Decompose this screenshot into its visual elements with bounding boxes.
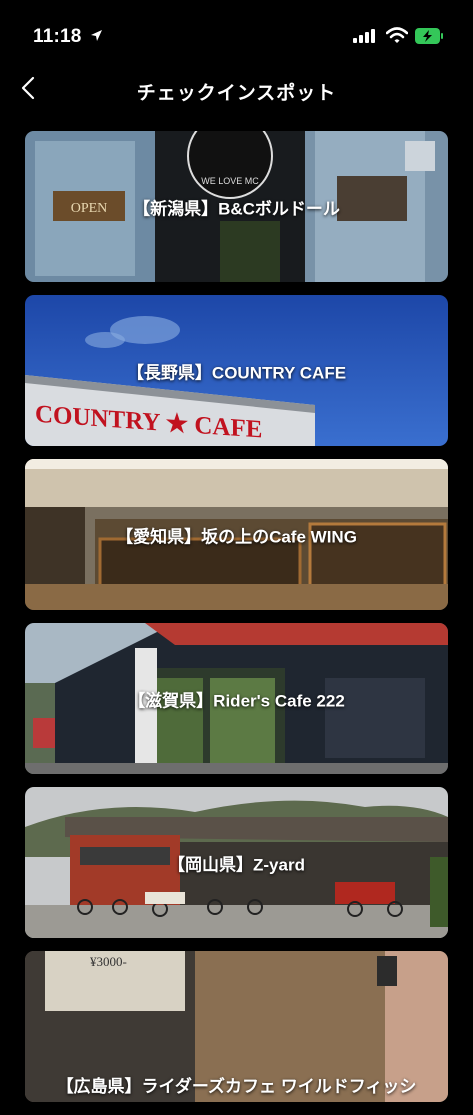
- spot-card-niigata[interactable]: OPEN WE LOVE MC 【新潟県】B&Cボルドール: [25, 131, 448, 282]
- spot-card-shiga[interactable]: 【滋賀県】Rider's Cafe 222: [25, 623, 448, 774]
- price-sign: ¥3000-: [90, 954, 127, 969]
- spot-label: 【愛知県】坂の上のCafe WING: [116, 527, 357, 546]
- cellular-signal-icon: [353, 29, 377, 48]
- status-time: 11:18: [33, 26, 82, 47]
- battery-charging-icon: [414, 27, 444, 50]
- navigation-bar: チェックインスポット: [0, 72, 473, 112]
- spot-label: 【新潟県】B&Cボルドール: [133, 199, 340, 218]
- spot-label: 【長野県】COUNTRY CAFE: [126, 363, 347, 382]
- spot-label: 【広島県】ライダーズカフェ ワイルドフィッシ: [56, 1077, 417, 1096]
- checkin-spot-list: OPEN WE LOVE MC 【新潟県】B&Cボルドール COUNTRY ★ …: [25, 131, 448, 1115]
- spot-label: 【岡山県】Z-yard: [168, 855, 305, 874]
- location-arrow-icon: [90, 29, 103, 47]
- spot-card-okayama[interactable]: 【岡山県】Z-yard: [25, 787, 448, 938]
- spot-label: 【滋賀県】Rider's Cafe 222: [128, 691, 345, 710]
- status-bar: 11:18: [0, 0, 473, 72]
- spot-card-hiroshima[interactable]: ¥3000- 【広島県】ライダーズカフェ ワイルドフィッシ: [25, 951, 448, 1102]
- wifi-icon: [385, 27, 409, 49]
- spot-card-aichi[interactable]: 【愛知県】坂の上のCafe WING: [25, 459, 448, 610]
- page-title: チェックインスポット: [136, 83, 337, 104]
- logo-text: WE LOVE MC: [201, 176, 259, 186]
- spot-card-nagano[interactable]: COUNTRY ★ CAFE 【長野県】COUNTRY CAFE: [25, 295, 448, 446]
